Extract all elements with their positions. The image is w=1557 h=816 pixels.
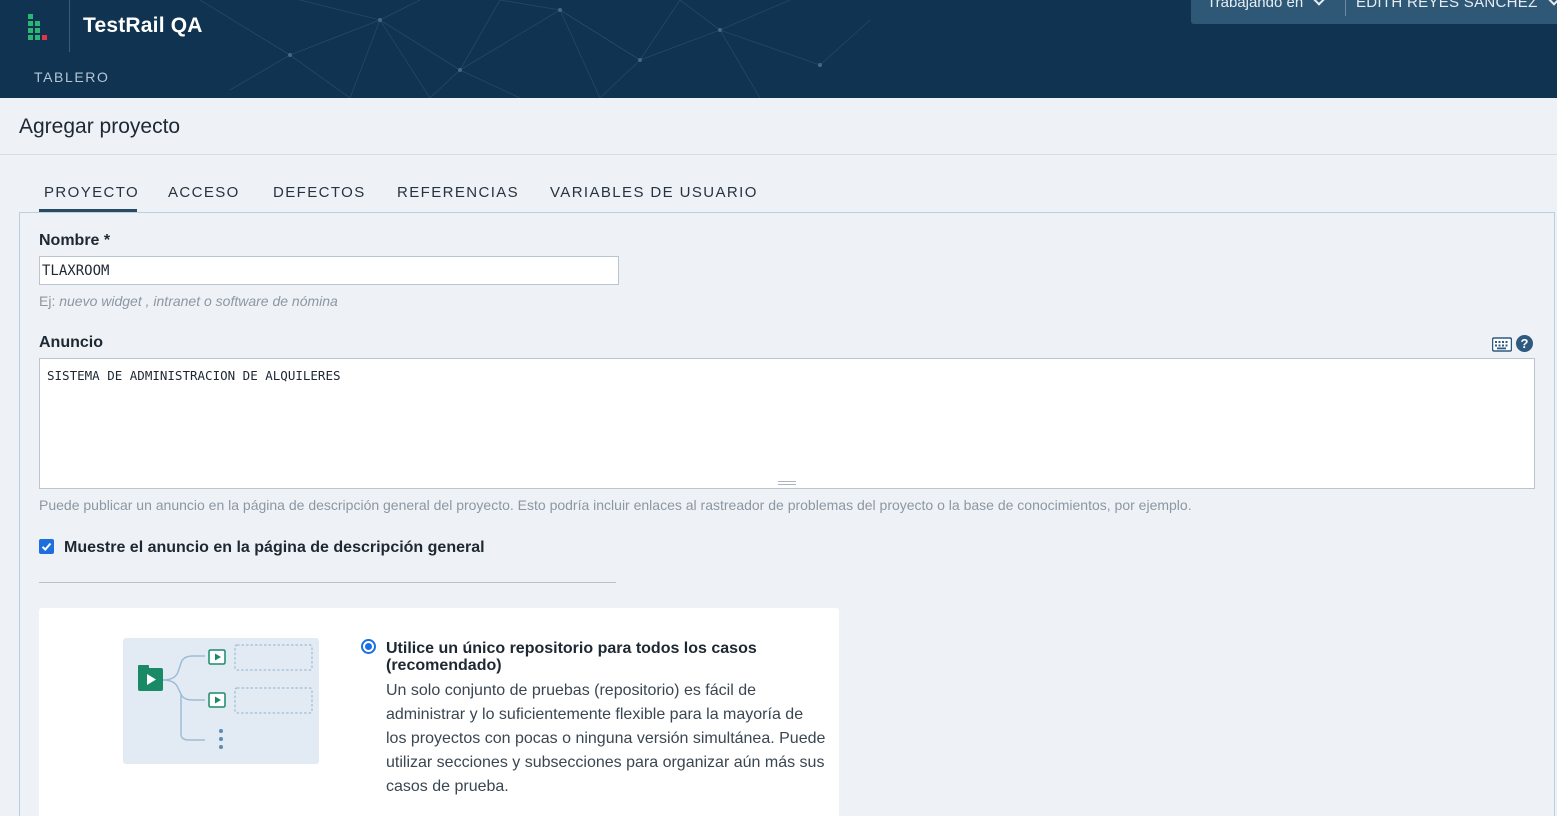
announcement-textarea[interactable]: SISTEMA DE ADMINISTRACION DE ALQUILERES	[39, 358, 1535, 489]
tab-label: DEFECTOS	[273, 184, 366, 201]
tab-label: VARIABLES DE USUARIO	[550, 184, 758, 201]
working-in-dropdown[interactable]: Trabajando en	[1207, 0, 1326, 11]
tab-label: REFERENCIAS	[397, 184, 520, 201]
show-announcement-label[interactable]: Muestre el anuncio en la página de descr…	[64, 539, 485, 557]
repository-tree-icon	[138, 644, 313, 749]
user-dropdown[interactable]: EDITH REYES SANCHEZ	[1356, 0, 1557, 11]
announcement-toolbar: ?	[1491, 335, 1535, 353]
section-divider	[39, 582, 616, 583]
tab-label: PROYECTO	[44, 184, 140, 201]
svg-text:?: ?	[1521, 336, 1529, 351]
textarea-resize-handle[interactable]	[778, 481, 796, 485]
user-menu-bar: Trabajando en EDITH REYES SANCHEZ	[1191, 0, 1557, 24]
name-hint-example: nuevo widget , intranet o software de nó…	[59, 293, 338, 309]
tab-variables-de-usuario[interactable]: VARIABLES DE USUARIO	[550, 184, 758, 201]
show-announcement-checkbox[interactable]	[39, 539, 54, 554]
project-name-input[interactable]	[39, 256, 619, 285]
chevron-down-icon	[1313, 0, 1326, 6]
keyboard-icon[interactable]	[1492, 337, 1512, 353]
testrail-logo-icon[interactable]	[26, 14, 52, 40]
announcement-label: Anuncio	[39, 334, 103, 351]
tab-defectos[interactable]: DEFECTOS	[273, 184, 366, 201]
single-repository-radio[interactable]	[361, 639, 376, 654]
chevron-down-icon	[1548, 0, 1557, 6]
working-in-label: Trabajando en	[1207, 0, 1304, 11]
top-header: TestRail QA TABLERO Trabajando en EDITH …	[0, 0, 1557, 98]
page-title: Agregar proyecto	[19, 115, 181, 138]
tab-proyecto[interactable]: PROYECTO	[39, 184, 140, 212]
help-icon[interactable]: ?	[1516, 335, 1533, 352]
tab-acceso[interactable]: ACCESO	[168, 184, 240, 201]
logo-divider	[69, 0, 70, 52]
tab-referencias[interactable]: REFERENCIAS	[397, 184, 519, 201]
user-name: EDITH REYES SANCHEZ	[1356, 0, 1538, 11]
repository-option-card[interactable]: Utilice un único repositorio para todos …	[39, 608, 839, 816]
nav-item-tablero[interactable]: TABLERO	[34, 69, 110, 85]
page-title-band: Agregar proyecto	[0, 98, 1557, 155]
tab-label: ACCESO	[168, 184, 240, 201]
name-hint: Ej: nuevo widget , intranet o software d…	[39, 293, 338, 309]
name-label: Nombre *	[39, 232, 111, 249]
checkmark-icon	[41, 542, 52, 551]
option-title[interactable]: Utilice un único repositorio para todos …	[386, 640, 806, 674]
announcement-hint: Puede publicar un anuncio en la página d…	[39, 497, 1192, 513]
option-description: Un solo conjunto de pruebas (repositorio…	[386, 682, 826, 795]
user-menu-separator	[1345, 0, 1346, 16]
single-repository-illustration	[123, 638, 319, 764]
app-title[interactable]: TestRail QA	[83, 14, 203, 38]
name-hint-prefix: Ej:	[39, 293, 56, 309]
